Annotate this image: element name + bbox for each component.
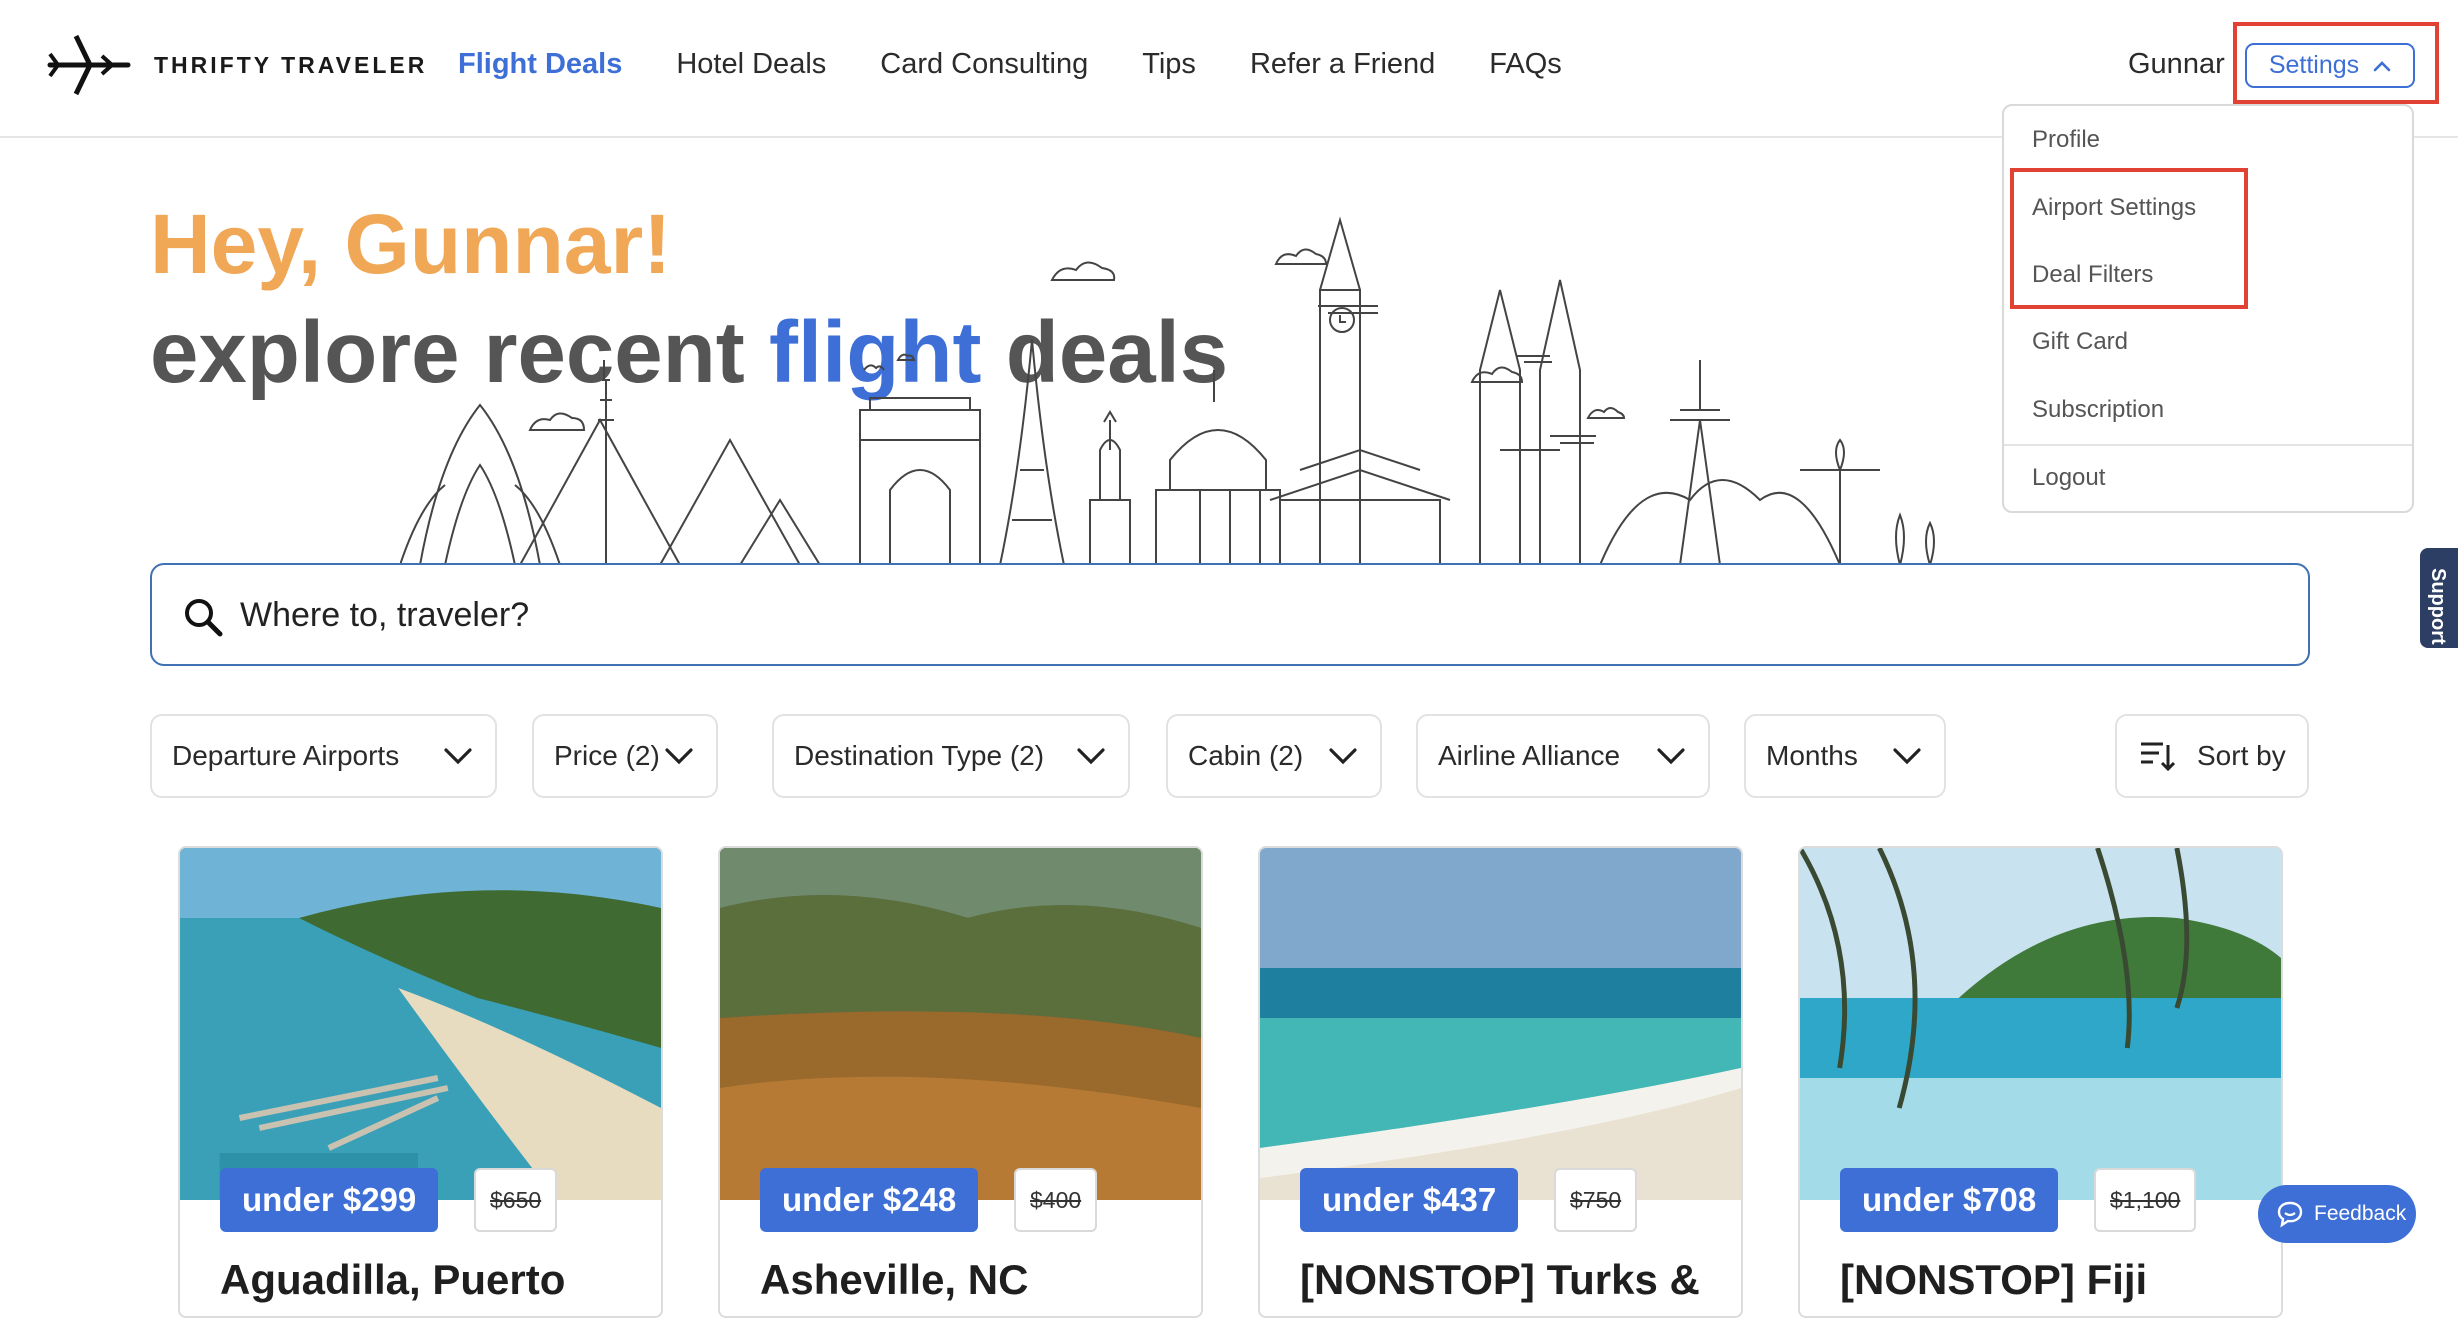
support-tab[interactable]: Support <box>2420 548 2458 648</box>
deal-card-fiji[interactable]: under $708 $1,100 [NONSTOP] Fiji <box>1798 846 2283 1318</box>
filter-cabin[interactable]: Cabin (2) <box>1166 714 1382 798</box>
menu-item-logout[interactable]: Logout <box>2032 464 2105 492</box>
nav-refer-a-friend[interactable]: Refer a Friend <box>1250 48 1435 81</box>
world-landmarks-illustration <box>400 216 2060 565</box>
filter-label: Departure Airports <box>172 740 400 771</box>
chevron-down-icon <box>1893 748 1921 765</box>
user-name: Gunnar <box>2128 48 2225 80</box>
menu-item-subscription[interactable]: Subscription <box>2032 396 2164 424</box>
deal-price: under $248 <box>760 1168 979 1232</box>
airplane-logo-icon <box>47 34 131 96</box>
deal-photo <box>1800 848 2281 1200</box>
filter-label: Months <box>1766 740 1858 771</box>
chevron-down-icon <box>1077 748 1105 765</box>
deal-title: [NONSTOP] Fiji <box>1840 1256 2148 1303</box>
filter-price[interactable]: Price (2) <box>532 714 718 798</box>
filter-destination-type[interactable]: Destination Type (2) <box>772 714 1130 798</box>
feedback-label: Feedback <box>2314 1202 2407 1225</box>
filter-departure-airports[interactable]: Departure Airports <box>150 714 497 798</box>
deal-photo <box>720 848 1201 1200</box>
chevron-down-icon <box>1657 748 1685 765</box>
search-input[interactable] <box>240 585 2240 645</box>
deal-price: under $437 <box>1300 1168 1519 1232</box>
support-label: Support <box>2427 568 2449 645</box>
nav-flight-deals[interactable]: Flight Deals <box>458 48 622 81</box>
filter-label: Price (2) <box>554 740 660 771</box>
deal-card-asheville[interactable]: under $248 $400 Asheville, NC <box>718 846 1203 1318</box>
chevron-down-icon <box>665 748 693 765</box>
deal-photo <box>1260 848 1741 1200</box>
filter-airline-alliance[interactable]: Airline Alliance <box>1416 714 1710 798</box>
sort-label: Sort by <box>2197 740 2286 771</box>
search-icon <box>185 599 223 637</box>
original-price: $750 <box>1554 1168 1638 1232</box>
menu-item-profile[interactable]: Profile <box>2032 126 2100 154</box>
nav-card-consulting[interactable]: Card Consulting <box>880 48 1088 81</box>
deal-photo <box>180 848 661 1200</box>
destination-search-box[interactable] <box>150 563 2310 666</box>
sort-icon <box>2141 742 2175 772</box>
filter-label: Destination Type (2) <box>794 740 1045 771</box>
brand-logo[interactable]: THRIFTY TRAVELER <box>46 32 427 98</box>
filter-label: Airline Alliance <box>1438 740 1621 771</box>
feedback-button[interactable]: Feedback <box>2258 1185 2416 1243</box>
menu-item-gift-card[interactable]: Gift Card <box>2032 328 2128 356</box>
filter-label: Cabin (2) <box>1188 740 1304 771</box>
nav-faqs[interactable]: FAQs <box>1489 48 1562 81</box>
deal-price: under $299 <box>220 1168 439 1232</box>
deal-card-turks[interactable]: under $437 $750 [NONSTOP] Turks & <box>1258 846 1743 1318</box>
highlight-box-settings <box>2233 22 2439 104</box>
sort-by-button[interactable]: Sort by <box>2115 714 2309 798</box>
deal-title: Asheville, NC <box>760 1256 1029 1303</box>
deal-title: [NONSTOP] Turks & <box>1300 1256 1700 1303</box>
original-price: $400 <box>1014 1168 1098 1232</box>
deal-title: Aguadilla, Puerto <box>220 1256 566 1303</box>
chevron-down-icon <box>444 748 472 765</box>
filter-months[interactable]: Months <box>1744 714 1946 798</box>
original-price: $1,100 <box>2094 1168 2197 1232</box>
chat-bubble-icon <box>2277 1201 2303 1228</box>
main-nav: Flight Deals Hotel Deals Card Consulting… <box>458 48 1616 81</box>
nav-hotel-deals[interactable]: Hotel Deals <box>676 48 826 81</box>
highlight-box-menu-items <box>2010 168 2248 309</box>
page: THRIFTY TRAVELER Flight Deals Hotel Deal… <box>0 0 2458 1318</box>
nav-tips[interactable]: Tips <box>1142 48 1196 81</box>
deal-price: under $708 <box>1840 1168 2059 1232</box>
menu-divider <box>2004 444 2412 446</box>
original-price: $650 <box>474 1168 558 1232</box>
chevron-down-icon <box>1329 748 1357 765</box>
deal-card-aguadilla[interactable]: under $299 $650 Aguadilla, Puerto <box>178 846 663 1318</box>
brand-name: THRIFTY TRAVELER <box>154 51 428 78</box>
